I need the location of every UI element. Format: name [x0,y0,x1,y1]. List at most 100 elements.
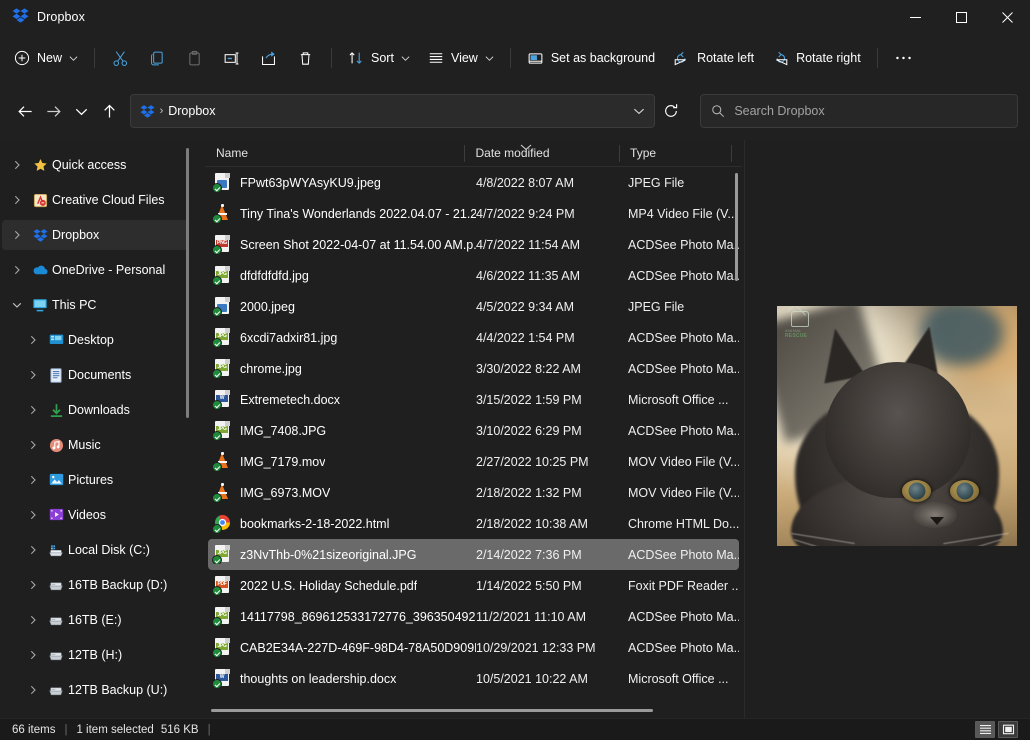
sidebar-item-music[interactable]: Music [2,430,189,460]
sidebar-item-downloads[interactable]: Downloads [2,395,189,425]
sidebar-item-quick-access[interactable]: Quick access [2,150,189,180]
chevron-down-icon[interactable] [6,293,28,317]
file-row[interactable]: IMG_7179.mov 2/27/2022 10:25 PM MOV Video … [208,446,739,477]
file-row[interactable]: W Extremetech.docx 3/15/2022 1:59 PM Micros… [208,384,739,415]
sidebar-item-documents[interactable]: Documents [2,360,189,390]
new-button[interactable]: New [8,42,87,74]
chevron-right-icon[interactable] [22,468,44,492]
refresh-button[interactable] [657,95,687,127]
chevron-right-icon[interactable] [22,363,44,387]
share-button[interactable] [250,42,287,74]
file-name-cell[interactable]: JPG chrome.jpg [208,359,476,378]
file-row[interactable]: IMG_6973.MOV 2/18/2022 1:32 PM MOV Video F… [208,477,739,508]
large-icons-view-button[interactable] [998,721,1018,738]
file-row[interactable]: Wthoughts on leadership.docx 10/5/2021 10… [208,663,739,694]
file-name-cell[interactable]: IMG_6973.MOV [208,483,476,502]
file-row[interactable]: 2000.jpeg 4/5/2022 9:34 AM JPEG File [208,291,739,322]
file-list-vertical-scrollbar[interactable] [735,173,738,281]
file-row[interactable]: JPG 14117798_869612533172776_39635049254.… [208,601,739,632]
close-button[interactable] [984,0,1030,34]
up-button[interactable] [96,96,124,126]
chevron-right-icon[interactable] [22,398,44,422]
forward-button[interactable] [40,96,68,126]
sidebar-item-onedrive-personal[interactable]: OneDrive - Personal [2,255,189,285]
file-name-cell[interactable]: IMG_7179.mov [208,452,476,471]
set-as-background-button[interactable]: Set as background [518,42,664,74]
file-name-cell[interactable]: PDF 2022 U.S. Holiday Schedule.pdf [208,576,476,595]
file-rows[interactable]: FPwt63pWYAsyKU9.jpeg 4/8/2022 8:07 AM JPEG… [205,167,742,712]
file-name-cell[interactable]: PNG Screen Shot 2022-04-07 at 11.54.00 AM… [208,235,476,254]
rename-button[interactable] [213,42,250,74]
pane-divider[interactable] [744,140,745,718]
file-name-cell[interactable]: 2000.jpeg [208,297,476,316]
file-name-cell[interactable]: JPG dfdfdfdfd.jpg [208,266,476,285]
file-name-cell[interactable]: JPG CAB2E34A-227D-469F-98D4-78A50D909E... [208,638,476,657]
chevron-right-icon[interactable] [6,188,28,212]
chevron-right-icon[interactable] [6,258,28,282]
breadcrumb[interactable]: › Dropbox [140,104,626,118]
file-name-cell[interactable]: JPG 14117798_869612533172776_39635049254.… [208,607,476,626]
file-row[interactable]: JPG z3NvThb-0%21sizeoriginal.JPG 2/14/2022… [208,539,739,570]
file-name-cell[interactable]: W Extremetech.docx [208,390,476,409]
file-name-cell[interactable]: JPG IMG_7408.JPG [208,421,476,440]
rotate-left-button[interactable]: Rotate left [664,42,763,74]
sidebar-item-dropbox[interactable]: Dropbox [2,220,189,250]
file-row[interactable]: Tiny Tina's Wonderlands 2022.04.07 - 21.… [208,198,739,229]
file-row[interactable]: PDF 2022 U.S. Holiday Schedule.pdf 1/14/20… [208,570,739,601]
file-list-horizontal-scrollbar[interactable] [211,709,653,712]
file-name-cell[interactable]: JPG z3NvThb-0%21sizeoriginal.JPG [208,545,476,564]
navigation-pane[interactable]: Quick access Creative Cloud Files Dropbox O… [0,140,197,718]
file-list-pane[interactable]: Name Date modified Type FPwt63pWYAsyKU9.… [205,140,742,718]
copy-button[interactable] [139,42,176,74]
file-row[interactable]: JPG CAB2E34A-227D-469F-98D4-78A50D909E...… [208,632,739,663]
search-input[interactable] [734,104,1007,118]
sidebar-item-network[interactable]: Network [2,710,189,718]
sidebar-scrollbar[interactable] [186,148,189,418]
column-divider[interactable] [619,144,621,162]
sidebar-item-creative-cloud-files[interactable]: Creative Cloud Files [2,185,189,215]
paste-button[interactable] [176,42,213,74]
chevron-right-icon[interactable] [22,608,44,632]
file-row[interactable]: bookmarks-2-18-2022.html 2/18/2022 10:38 … [208,508,739,539]
cut-button[interactable] [102,42,139,74]
address-dropdown-button[interactable] [626,96,652,126]
search-box[interactable] [700,94,1018,128]
back-button[interactable] [12,96,40,126]
view-button[interactable]: View [419,42,503,74]
file-name-cell[interactable]: Tiny Tina's Wonderlands 2022.04.07 - 21.… [208,204,476,223]
delete-button[interactable] [287,42,324,74]
breadcrumb-item-dropbox[interactable]: Dropbox [168,104,215,118]
sidebar-item-videos[interactable]: Videos [2,500,189,530]
column-divider[interactable] [731,144,732,162]
file-name-cell[interactable]: Wthoughts on leadership.docx [208,669,476,688]
file-name-cell[interactable]: FPwt63pWYAsyKU9.jpeg [208,173,476,192]
sidebar-item-this-pc[interactable]: This PC [2,290,189,320]
chevron-right-icon[interactable] [22,643,44,667]
file-row[interactable]: JPG chrome.jpg 3/30/2022 8:22 AM ACDSee Pho… [208,353,739,384]
column-header-date-modified[interactable]: Date modified [464,140,619,167]
file-name-cell[interactable]: bookmarks-2-18-2022.html [208,514,476,533]
file-row[interactable]: JPG dfdfdfdfd.jpg 4/6/2022 11:35 AM ACDSee … [208,260,739,291]
chevron-right-icon[interactable] [6,153,28,177]
column-header-name[interactable]: Name [205,140,464,167]
sidebar-item-16tb-backup-d[interactable]: 16TB Backup (D:) [2,570,189,600]
more-options-button[interactable] [885,42,922,74]
column-divider[interactable] [464,144,466,162]
recent-locations-button[interactable] [68,96,96,126]
file-row[interactable]: FPwt63pWYAsyKU9.jpeg 4/8/2022 8:07 AM JPEG… [208,167,739,198]
chevron-right-icon[interactable] [22,538,44,562]
details-view-button[interactable] [975,721,995,738]
sidebar-item-12tb-backup-u[interactable]: 12TB Backup (U:) [2,675,189,705]
chevron-right-icon[interactable] [6,223,28,247]
sidebar-item-16tb-e[interactable]: 16TB (E:) [2,605,189,635]
minimize-button[interactable] [892,0,938,34]
chevron-right-icon[interactable] [22,328,44,352]
maximize-button[interactable] [938,0,984,34]
file-name-cell[interactable]: JPG 6xcdi7adxir81.jpg [208,328,476,347]
sidebar-item-pictures[interactable]: Pictures [2,465,189,495]
sidebar-item-12tb-h[interactable]: 12TB (H:) [2,640,189,670]
chevron-right-icon[interactable] [22,573,44,597]
file-row[interactable]: JPG 6xcdi7adxir81.jpg 4/4/2022 1:54 PM ACDS… [208,322,739,353]
chevron-right-icon[interactable] [22,678,44,702]
rotate-right-button[interactable]: Rotate right [763,42,870,74]
